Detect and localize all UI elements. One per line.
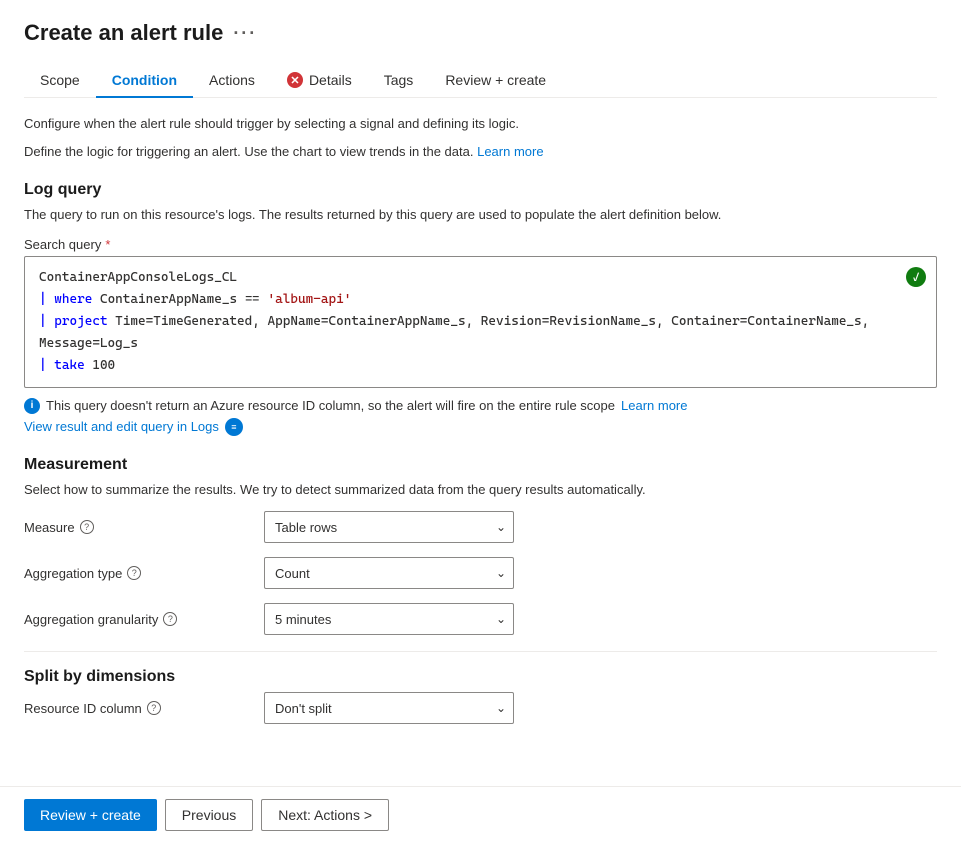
query-line-3: | project Time=TimeGenerated, AppName=Co… <box>39 311 922 333</box>
page-title: Create an alert rule <box>24 20 223 46</box>
log-query-subtitle: The query to run on this resource's logs… <box>24 205 937 225</box>
query-line-4: Message=Log_s <box>39 333 922 355</box>
measurement-subtitle: Select how to summarize the results. We … <box>24 480 937 500</box>
error-icon: ✕ <box>287 72 303 88</box>
more-options-icon[interactable]: ··· <box>233 23 257 44</box>
bottom-bar: Review + create Previous Next: Actions > <box>0 786 961 843</box>
divider <box>24 651 937 652</box>
tab-actions[interactable]: Actions <box>193 64 271 98</box>
tab-bar: Scope Condition Actions ✕ Details Tags R… <box>24 64 937 98</box>
split-section-title: Split by dimensions <box>24 668 937 686</box>
aggregation-type-row: Aggregation type ? Count Sum Average Min… <box>24 557 937 589</box>
aggregation-type-label: Aggregation type <box>24 566 122 581</box>
measure-label: Measure <box>24 520 75 535</box>
tab-review-create[interactable]: Review + create <box>429 64 562 98</box>
measure-help-icon[interactable]: ? <box>80 520 94 534</box>
aggregation-type-dropdown[interactable]: Count Sum Average Min Max <box>264 557 514 589</box>
tab-scope[interactable]: Scope <box>24 64 96 98</box>
learn-more-link1[interactable]: Learn more <box>477 144 543 159</box>
view-results-row: View result and edit query in Logs ≡ <box>24 418 937 436</box>
description-line1: Configure when the alert rule should tri… <box>24 114 937 134</box>
aggregation-granularity-dropdown[interactable]: 1 minute 5 minutes 10 minutes 15 minutes… <box>264 603 514 635</box>
log-query-title: Log query <box>24 181 937 199</box>
previous-button[interactable]: Previous <box>165 799 253 831</box>
info-icon: i <box>24 398 40 414</box>
info-message-row: i This query doesn't return an Azure res… <box>24 398 937 414</box>
review-create-button[interactable]: Review + create <box>24 799 157 831</box>
required-indicator: * <box>105 237 110 252</box>
tab-details[interactable]: ✕ Details <box>271 64 368 98</box>
aggregation-granularity-help-icon[interactable]: ? <box>163 612 177 626</box>
query-line-1: ContainerAppConsoleLogs_CL <box>39 267 922 289</box>
aggregation-type-help-icon[interactable]: ? <box>127 566 141 580</box>
aggregation-granularity-select-wrapper: 1 minute 5 minutes 10 minutes 15 minutes… <box>264 603 514 635</box>
query-line-2: | where ContainerAppName_s == 'album-api… <box>39 289 922 311</box>
tab-condition[interactable]: Condition <box>96 64 193 98</box>
aggregation-type-select-wrapper: Count Sum Average Min Max ⌄ <box>264 557 514 589</box>
resource-id-select-wrapper: Don't split ⌄ <box>264 692 514 724</box>
resource-id-dropdown[interactable]: Don't split <box>264 692 514 724</box>
aggregation-granularity-row: Aggregation granularity ? 1 minute 5 min… <box>24 603 937 635</box>
measure-dropdown[interactable]: Table rows <box>264 511 514 543</box>
search-query-label: Search query * <box>24 237 937 252</box>
view-results-link[interactable]: View result and edit query in Logs <box>24 419 219 434</box>
resource-id-row: Resource ID column ? Don't split ⌄ <box>24 692 937 724</box>
logs-badge-icon: ≡ <box>225 418 243 436</box>
next-actions-button[interactable]: Next: Actions > <box>261 799 389 831</box>
resource-id-label: Resource ID column <box>24 701 142 716</box>
tab-tags[interactable]: Tags <box>368 64 430 98</box>
measure-select-wrapper: Table rows ⌄ <box>264 511 514 543</box>
description-line2: Define the logic for triggering an alert… <box>24 142 937 162</box>
info-message-text: This query doesn't return an Azure resou… <box>46 398 615 413</box>
aggregation-granularity-label: Aggregation granularity <box>24 612 158 627</box>
query-line-5: | take 100 <box>39 355 922 377</box>
measurement-title: Measurement <box>24 456 937 474</box>
valid-icon: ✓ <box>906 267 926 287</box>
resource-id-help-icon[interactable]: ? <box>147 701 161 715</box>
measure-row: Measure ? Table rows ⌄ <box>24 511 937 543</box>
info-learn-more-link[interactable]: Learn more <box>621 398 687 413</box>
query-editor[interactable]: ✓ ContainerAppConsoleLogs_CL | where Con… <box>24 256 937 388</box>
